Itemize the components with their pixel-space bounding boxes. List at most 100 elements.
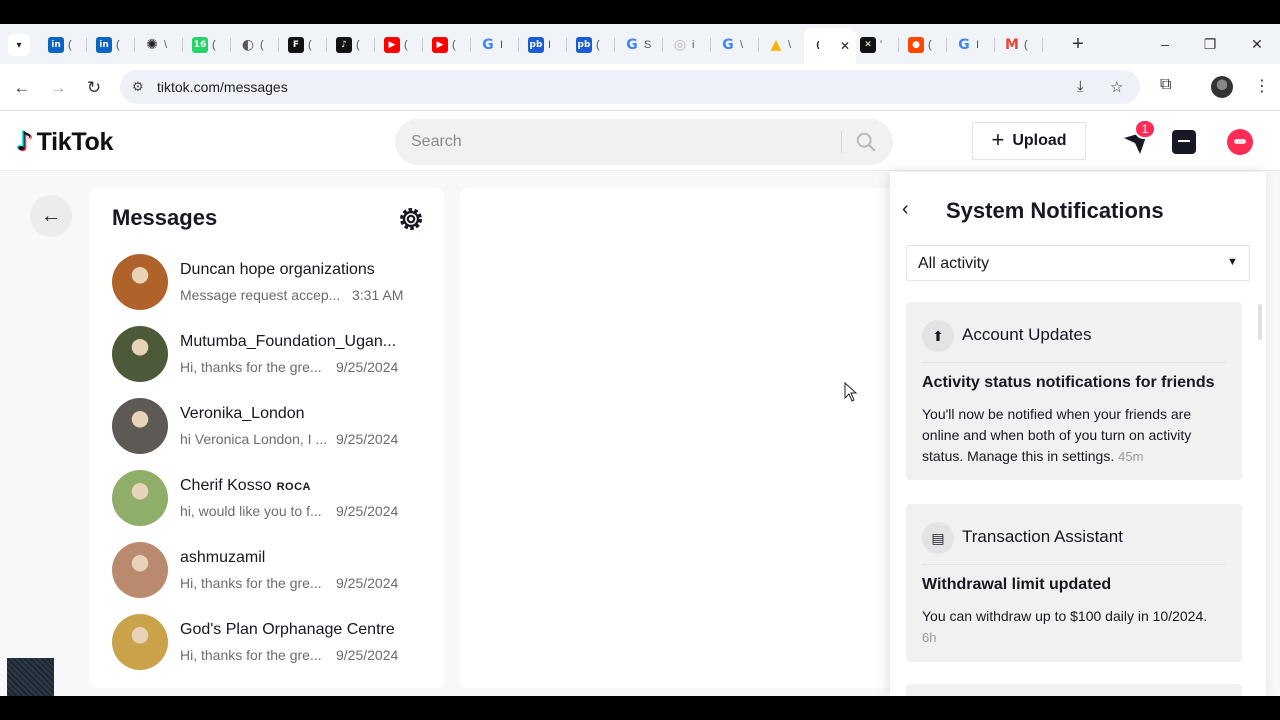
- conversation-item[interactable]: Veronika_London hi Veronica London, I ...…: [112, 398, 432, 458]
- message-timestamp: 9/25/2024: [336, 647, 399, 663]
- message-timestamp: 9/25/2024: [336, 359, 399, 375]
- tiktok-note-icon: ♪: [16, 127, 33, 157]
- install-app-icon[interactable]: ⤓: [1077, 78, 1084, 95]
- url-bar[interactable]: ⚙ tiktok.com/messages ⤓ ☆: [120, 70, 1140, 104]
- tab-title: (: [116, 39, 120, 51]
- browser-tab[interactable]: ♪(: [336, 32, 360, 58]
- browser-tab[interactable]: 16 (: [192, 32, 216, 58]
- notification-card[interactable]: ▤ Transaction Assistant Withdrawal limit u…: [906, 504, 1242, 662]
- tab-separator: [994, 38, 995, 52]
- search-divider: [841, 131, 842, 153]
- conversation-name: God's Plan Orphanage Centre: [180, 621, 395, 639]
- tab-separator: [1042, 38, 1043, 52]
- upload-button[interactable]: + Upload: [972, 122, 1086, 160]
- activity-filter-select[interactable]: All activity ▼: [906, 245, 1250, 281]
- logo-text: TikTok: [36, 127, 114, 156]
- notification-category: Account Updates: [962, 325, 1092, 344]
- youtube-icon: ▶: [432, 37, 448, 53]
- forward-arrow-icon[interactable]: →: [46, 76, 70, 100]
- close-window-icon[interactable]: ✕: [1243, 33, 1271, 55]
- browser-tab[interactable]: in (: [96, 32, 120, 58]
- browser-tab[interactable]: ✕ ': [860, 32, 882, 58]
- conversation-item[interactable]: God's Plan Orphanage Centre Hi, thanks fo…: [112, 614, 432, 674]
- user-avatar[interactable]: [1227, 129, 1253, 155]
- conversation-name: ashmuzamil: [180, 549, 265, 567]
- scrollbar[interactable]: [1258, 304, 1262, 340]
- tab-separator: [758, 38, 759, 52]
- conversation-item[interactable]: Duncan hope organizations Message request…: [112, 254, 432, 314]
- extensions-puzzle-icon[interactable]: ⧉: [1160, 76, 1171, 94]
- search-input[interactable]: [411, 119, 831, 165]
- search-bar: [395, 119, 893, 165]
- tiktok-logo[interactable]: ♪ TikTok: [16, 127, 113, 157]
- new-tab-button[interactable]: +: [1064, 33, 1092, 55]
- notification-card[interactable]: [906, 684, 1242, 696]
- notifications-title: System Notifications: [946, 198, 1164, 223]
- message-timestamp: 9/25/2024: [336, 431, 399, 447]
- browser-tab[interactable]: F(: [288, 32, 312, 58]
- address-bar: ← → ↻ ⚙ tiktok.com/messages ⤓ ☆ ⧉ ⋮: [0, 64, 1280, 111]
- conversation-item[interactable]: ashmuzamil Hi, thanks for the gre... 9/25/…: [112, 542, 432, 602]
- browser-tab[interactable]: (✕: [804, 28, 857, 64]
- browser-tab[interactable]: ●(: [908, 32, 932, 58]
- browser-tab[interactable]: ▶(: [384, 32, 408, 58]
- browser-tab[interactable]: ✺ \: [144, 32, 167, 58]
- tab-separator: [946, 38, 947, 52]
- browser-tab[interactable]: ▲ \: [768, 32, 791, 58]
- tab-title: ': [880, 39, 883, 51]
- back-button[interactable]: ←: [30, 195, 72, 237]
- conversation-item[interactable]: Cherif Kosso ROCA hi, would like you to f.…: [112, 470, 432, 530]
- tab-separator: [422, 38, 423, 52]
- plus-icon: +: [991, 127, 1005, 152]
- message-preview: hi, would like you to f...: [180, 503, 322, 519]
- avatar: [112, 254, 168, 310]
- gear-icon[interactable]: [397, 205, 425, 233]
- browser-tab[interactable]: pb I: [528, 32, 551, 58]
- browser-tab[interactable]: ◐(: [240, 32, 264, 58]
- browser-menu-icon[interactable]: ⋮: [1254, 76, 1270, 96]
- tab-separator: [326, 38, 327, 52]
- tab-separator: [518, 38, 519, 52]
- tab-search-dropdown-icon[interactable]: ▾: [8, 34, 30, 56]
- tab-separator: [898, 38, 899, 52]
- reddit-icon: ●: [908, 37, 924, 53]
- browser-tab[interactable]: in (: [48, 32, 72, 58]
- tab-separator: [230, 38, 231, 52]
- tab-title: (: [356, 39, 360, 51]
- browser-tab[interactable]: ▶(: [432, 32, 456, 58]
- browser-tab[interactable]: ◎ i: [672, 32, 695, 58]
- capcut-icon: ✕: [860, 37, 876, 53]
- browser-tab[interactable]: GI: [480, 32, 503, 58]
- messages-icon[interactable]: [1172, 130, 1196, 154]
- globe-icon: ◐: [241, 37, 255, 53]
- site-settings-icon[interactable]: ⚙: [132, 79, 144, 95]
- notification-card[interactable]: ⬆ Account Updates Activity status notifica…: [906, 302, 1242, 480]
- tab-title: \: [788, 39, 792, 51]
- tab-separator: [614, 38, 615, 52]
- tab-close-icon[interactable]: ✕: [840, 39, 850, 53]
- search-icon[interactable]: [855, 131, 877, 153]
- bookmark-star-icon[interactable]: ☆: [1110, 78, 1123, 96]
- notification-body-text: You'll now be notified when your friends…: [922, 406, 1192, 464]
- chevron-left-icon[interactable]: ‹: [902, 198, 909, 221]
- tab-separator: [134, 38, 135, 52]
- pb-icon: pb: [576, 37, 592, 53]
- tab-title: i: [692, 39, 695, 51]
- back-arrow-icon[interactable]: ←: [10, 76, 34, 100]
- minimize-icon[interactable]: –: [1151, 33, 1179, 55]
- site-header: ♪ TikTok + Upload 1: [0, 111, 1280, 171]
- browser-tab[interactable]: GI: [956, 32, 979, 58]
- browser-tab[interactable]: pb (: [576, 32, 600, 58]
- browser-tab[interactable]: GS: [624, 32, 651, 58]
- browser-profile-avatar[interactable]: [1211, 76, 1233, 98]
- reload-icon[interactable]: ↻: [82, 76, 106, 100]
- page-content: ← Messages Duncan hope organizations Mess…: [0, 172, 1280, 696]
- browser-tab[interactable]: M(: [1004, 32, 1028, 58]
- restore-icon[interactable]: ❐: [1196, 33, 1224, 55]
- chatgpt-icon: ✺: [146, 37, 158, 53]
- notification-age: 6h: [922, 630, 937, 645]
- conversation-item[interactable]: Mutumba_Foundation_Ugan... Hi, thanks for…: [112, 326, 432, 386]
- browser-tab[interactable]: G \: [720, 32, 743, 58]
- tab-title: (: [596, 39, 600, 51]
- upload-arrow-icon: ⬆: [922, 320, 954, 352]
